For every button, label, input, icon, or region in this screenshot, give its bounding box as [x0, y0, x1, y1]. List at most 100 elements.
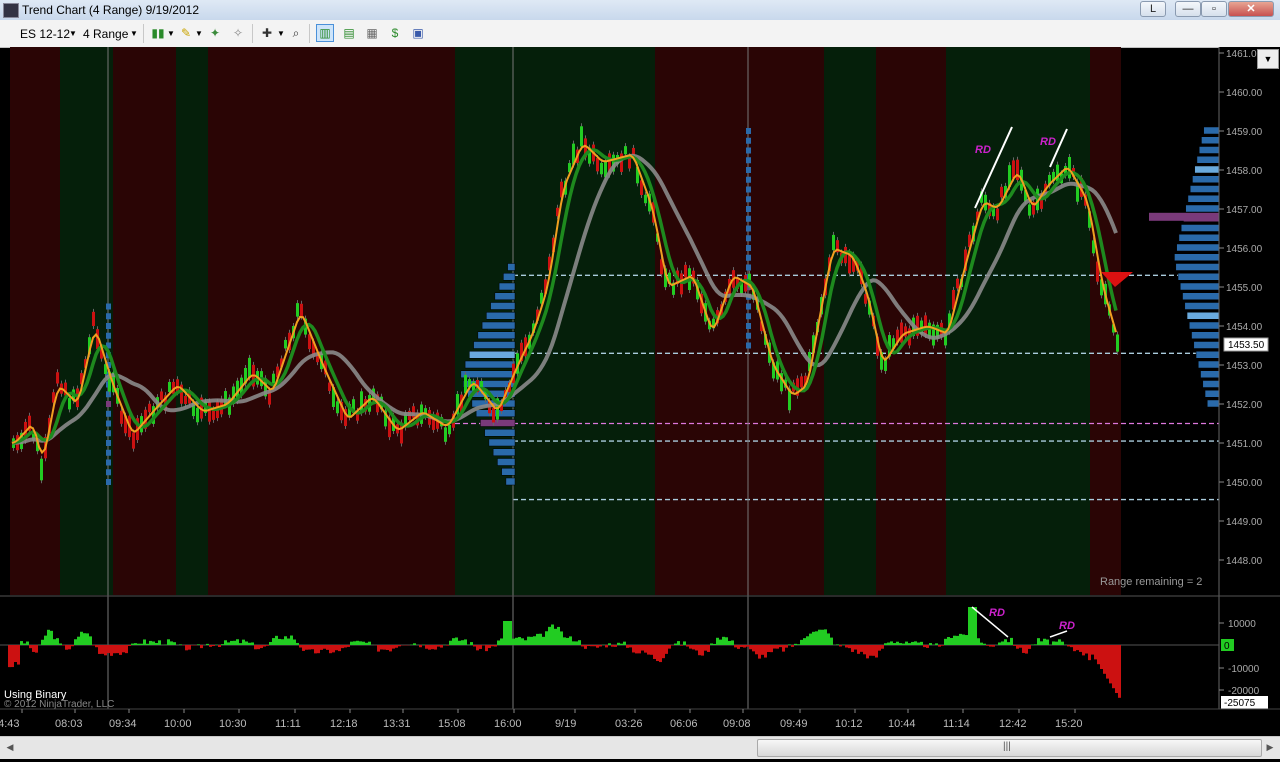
time-tick-label: 15:08 [438, 718, 466, 730]
histogram-bar-positive [512, 638, 515, 645]
histogram-bar-positive [227, 642, 230, 645]
indicator-value: -25075 [1224, 698, 1256, 709]
price-bar [444, 427, 447, 442]
draw-tools-icon[interactable]: ✦ [207, 25, 223, 41]
histogram-bar-positive [980, 642, 983, 645]
histogram-bar-negative [491, 645, 494, 647]
trend-icon[interactable]: ▥ [316, 24, 334, 42]
minimize-button[interactable]: — [1175, 1, 1201, 17]
histogram-bar-positive [359, 641, 362, 645]
volume-profile-bar [746, 128, 751, 134]
histogram-bar-negative [770, 645, 773, 653]
chevron-down-icon[interactable]: ▼ [277, 29, 285, 38]
histogram-bar-positive [929, 643, 932, 645]
histogram-bar-positive [524, 640, 527, 645]
histogram-bar-negative [263, 645, 266, 647]
pencil-icon[interactable]: ✎ [178, 25, 194, 41]
histogram-bar-positive [794, 643, 797, 645]
price-bar [56, 372, 59, 384]
price-bar [800, 376, 803, 388]
time-tick-label: 12:18 [330, 718, 358, 730]
period-selector[interactable]: 4 Range [83, 27, 128, 41]
price-chart[interactable]: RD RD 1461.0 1460.00 1459.00 1458.00 1457.00… [0, 47, 1280, 736]
instrument-selector[interactable]: ES 12-12 [20, 27, 70, 41]
toolbar-separator [143, 24, 144, 43]
histogram-bar-negative [701, 645, 704, 656]
close-button[interactable]: ✕ [1228, 1, 1274, 17]
histogram-bar-negative [791, 645, 794, 647]
chevron-down-icon[interactable]: ▼ [167, 29, 175, 38]
histogram-bar-negative [1091, 645, 1094, 655]
pin-icon[interactable]: ✧ [230, 25, 246, 41]
histogram-bar-negative [62, 645, 65, 646]
histogram-bar-positive [554, 628, 557, 645]
histogram-bar-negative [1079, 645, 1082, 652]
time-tick-label: 06:06 [670, 718, 698, 730]
bars-icon[interactable]: ▤ [341, 25, 357, 41]
price-bar [132, 432, 135, 449]
scrollbar-thumb[interactable]: ||| [757, 739, 1262, 757]
volume-profile-bar [746, 225, 751, 232]
panel-menu-button[interactable]: ▼ [1257, 49, 1279, 69]
chart-icon[interactable]: ▦ [364, 25, 380, 41]
histogram-bar-positive [269, 641, 272, 645]
chevron-down-icon[interactable]: ▼ [130, 29, 138, 38]
histogram-bar-negative [494, 645, 497, 647]
volume-profile-bar [1204, 390, 1220, 398]
volume-profile-bar [106, 332, 111, 339]
histogram-bar-negative [650, 645, 653, 655]
scroll-right-arrow-icon[interactable]: ▶ [1262, 739, 1278, 756]
histogram-bar-negative [605, 645, 608, 648]
histogram-bar-negative [692, 645, 695, 650]
scroll-left-arrow-icon[interactable]: ◀ [2, 739, 18, 756]
chevron-down-icon[interactable]: ▼ [69, 29, 77, 38]
histogram-bar-negative [707, 645, 710, 652]
histogram-bar-negative [863, 645, 866, 655]
histogram-bar-negative [923, 645, 926, 648]
histogram-bar-positive [563, 637, 566, 645]
histogram-bar-negative [425, 645, 428, 649]
histogram-bar-positive [821, 629, 824, 645]
volume-profile-bar [475, 409, 516, 417]
maximize-button[interactable]: ▫ [1201, 1, 1227, 17]
layout-button[interactable]: L [1140, 1, 1166, 17]
volume-profile-bar [106, 420, 111, 427]
histogram-bar-negative [662, 645, 665, 659]
crosshair-icon[interactable]: ✚ [259, 25, 275, 41]
histogram-bar-positive [362, 641, 365, 645]
price-bar [1116, 334, 1119, 352]
time-tick-label: 11:14 [943, 718, 970, 730]
histogram-bar-positive [959, 633, 962, 645]
histogram-bar-positive [368, 641, 371, 645]
histogram-bar-positive [824, 629, 827, 645]
price-bar [40, 458, 43, 481]
price-bar [684, 264, 687, 278]
histogram-bar-negative [338, 645, 341, 652]
properties-icon[interactable]: ▣ [410, 25, 426, 41]
histogram-bar-negative [383, 645, 386, 650]
histogram-bar-negative [395, 645, 398, 648]
dollar-icon[interactable]: $ [387, 25, 403, 41]
histogram-bar-positive [572, 641, 575, 645]
histogram-bar-positive [152, 641, 155, 645]
histogram-bar-negative [299, 645, 302, 648]
histogram-bar-positive [179, 644, 182, 645]
zoom-icon[interactable]: ⌕ [288, 25, 304, 41]
bar-style-icon[interactable]: ▮▮ [150, 25, 166, 41]
histogram-bar-negative [488, 645, 491, 649]
price-bar [120, 410, 123, 424]
volume-profile-bar [106, 449, 111, 456]
histogram-bar-positive [173, 642, 176, 645]
volume-profile-bar [1194, 165, 1220, 174]
horizontal-scrollbar[interactable]: ◀ ||| ▶ [0, 736, 1280, 759]
price-bar [248, 357, 251, 378]
rd-label: RD [975, 144, 991, 156]
histogram-bar-negative [704, 645, 707, 651]
histogram-bar-positive [230, 640, 233, 645]
volume-profile-bar [106, 313, 111, 320]
indicator-tick-label: 10000 [1228, 619, 1256, 630]
volume-profile-bar [1196, 156, 1220, 164]
histogram-bar-negative [587, 645, 590, 647]
chevron-down-icon[interactable]: ▼ [195, 29, 203, 38]
histogram-bar-positive [548, 626, 551, 645]
